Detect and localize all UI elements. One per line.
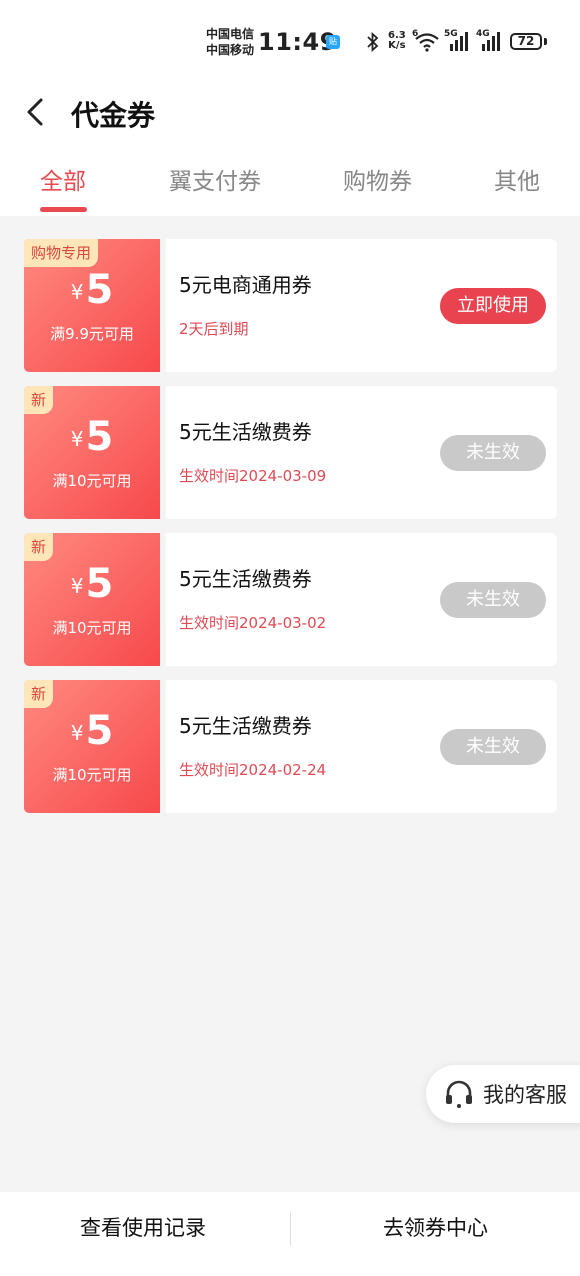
- coupon-value-panel: 新 ¥5 满10元可用: [24, 680, 165, 813]
- currency-symbol: ¥: [70, 427, 84, 451]
- perforated-edge: [157, 239, 165, 372]
- coupon-card[interactable]: 新 ¥5 满10元可用 5元生活缴费券 生效时间2024-02-24 未生效: [24, 680, 557, 813]
- coupon-center-button[interactable]: 去领券中心: [383, 1212, 488, 1242]
- coupon-name: 5元电商通用券: [179, 273, 312, 297]
- coupon-tag: 新: [24, 680, 54, 708]
- coupon-tag: 新: [24, 386, 54, 414]
- coupon-effective-date: 生效时间2024-03-02: [179, 614, 327, 632]
- not-effective-button[interactable]: 未生效: [440, 435, 546, 471]
- bottom-divider: [290, 1212, 291, 1246]
- carrier-1: 中国电信: [206, 27, 255, 41]
- coupon-condition: 满10元可用: [52, 472, 132, 490]
- perforated-edge: [157, 680, 165, 813]
- coupon-info-panel: 5元生活缴费券 生效时间2024-03-02 未生效: [166, 533, 557, 666]
- battery-icon: 72: [510, 33, 542, 50]
- coupon-name: 5元生活缴费券: [179, 567, 312, 591]
- coupon-condition: 满9.9元可用: [50, 325, 134, 343]
- amount-value: 5: [85, 414, 114, 460]
- currency-symbol: ¥: [70, 574, 84, 598]
- coupon-name: 5元生活缴费券: [179, 714, 312, 738]
- tab-all[interactable]: 全部: [40, 162, 86, 196]
- coupon-condition: 满10元可用: [52, 766, 132, 784]
- coupon-card[interactable]: 新 ¥5 满10元可用 5元生活缴费券 生效时间2024-03-09 未生效: [24, 386, 557, 519]
- tab-shopping-coupons[interactable]: 购物券: [343, 162, 412, 196]
- coupon-expiry: 2天后到期: [179, 320, 249, 338]
- amount-value: 5: [85, 267, 114, 313]
- status-bar: 中国电信 中国移动 11:49 贴 6.3 K/s 6 5G 4G 72: [0, 0, 580, 84]
- coupon-card[interactable]: 新 ¥5 满10元可用 5元生活缴费券 生效时间2024-03-02 未生效: [24, 533, 557, 666]
- active-tab-indicator: [40, 207, 87, 212]
- coupon-amount: ¥5: [24, 267, 160, 313]
- coupon-tag: 购物专用: [24, 239, 99, 267]
- carrier-names: 中国电信 中国移动: [206, 26, 254, 58]
- page-title: 代金券: [71, 99, 156, 132]
- coupon-value-panel: 新 ¥5 满10元可用: [24, 533, 165, 666]
- tab-bestpay-coupons[interactable]: 翼支付券: [169, 162, 261, 196]
- coupon-condition: 满10元可用: [52, 619, 132, 637]
- perforated-edge: [157, 386, 165, 519]
- coupon-value-panel: 购物专用 ¥5 满9.9元可用: [24, 239, 165, 372]
- signal-strength-icon: [450, 32, 468, 51]
- coupon-info-panel: 5元生活缴费券 生效时间2024-02-24 未生效: [166, 680, 557, 813]
- carrier-2: 中国移动: [206, 43, 255, 57]
- wifi-icon: [415, 33, 439, 52]
- coupon-amount: ¥5: [24, 708, 160, 754]
- currency-symbol: ¥: [70, 721, 84, 745]
- amount-value: 5: [85, 708, 114, 754]
- chevron-left-icon[interactable]: [18, 94, 54, 130]
- tab-other[interactable]: 其他: [494, 162, 540, 196]
- not-effective-button[interactable]: 未生效: [440, 729, 546, 765]
- amount-value: 5: [85, 561, 114, 607]
- currency-symbol: ¥: [70, 280, 84, 304]
- coupon-amount: ¥5: [24, 561, 160, 607]
- notification-app-icon: 贴: [326, 35, 340, 49]
- battery-tip: [544, 38, 547, 45]
- perforated-edge: [157, 533, 165, 666]
- coupon-amount: ¥5: [24, 414, 160, 460]
- page-header: 代金券 全部 翼支付券 购物券 其他: [0, 84, 580, 216]
- signal-strength-icon: [482, 32, 500, 51]
- bottom-action-bar: 查看使用记录 去领券中心: [0, 1192, 580, 1276]
- customer-service-button[interactable]: 我的客服: [426, 1065, 580, 1123]
- coupon-effective-date: 生效时间2024-02-24: [179, 761, 327, 779]
- bluetooth-icon: [367, 32, 379, 52]
- coupon-effective-date: 生效时间2024-03-09: [179, 467, 327, 485]
- not-effective-button[interactable]: 未生效: [440, 582, 546, 618]
- network-speed: 6.3 K/s: [388, 30, 406, 51]
- headset-icon: [446, 1080, 472, 1108]
- coupon-tag: 新: [24, 533, 54, 561]
- coupon-info-panel: 5元生活缴费券 生效时间2024-03-09 未生效: [166, 386, 557, 519]
- view-usage-history-button[interactable]: 查看使用记录: [80, 1212, 206, 1242]
- customer-service-label: 我的客服: [483, 1083, 567, 1107]
- coupon-name: 5元生活缴费券: [179, 420, 312, 444]
- tab-bar: 全部 翼支付券 购物券 其他: [0, 162, 580, 216]
- coupon-value-panel: 新 ¥5 满10元可用: [24, 386, 165, 519]
- coupon-info-panel: 5元电商通用券 2天后到期 立即使用: [166, 239, 557, 372]
- coupon-card[interactable]: 购物专用 ¥5 满9.9元可用 5元电商通用券 2天后到期 立即使用: [24, 239, 557, 372]
- use-now-button[interactable]: 立即使用: [440, 288, 546, 324]
